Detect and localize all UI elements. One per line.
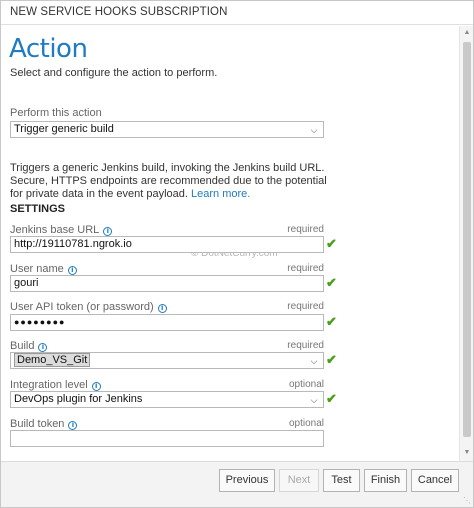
dialog-titlebar: NEW SERVICE HOOKS SUBSCRIPTION (1, 1, 473, 25)
jenkins-url-required: required (287, 224, 324, 235)
build-token-label-text: Build token (10, 418, 65, 430)
checkmark-icon: ✔ (326, 275, 337, 290)
build-select[interactable]: Demo_VS_Git ⌵ (10, 352, 324, 369)
build-token-optional: optional (288, 418, 324, 429)
build-label: Build i (10, 340, 48, 352)
info-icon[interactable]: i (157, 304, 167, 313)
chevron-down-icon: ⌵ (310, 125, 318, 135)
page-subtitle: Select and configure the action to perfo… (10, 67, 218, 79)
integration-label: Integration level i (10, 379, 101, 391)
jenkins-url-label-text: Jenkins base URL (10, 224, 100, 236)
checkmark-icon: ✔ (326, 236, 337, 251)
settings-heading: SETTINGS (10, 203, 66, 215)
dialog-content: Action Select and configure the action t… (1, 26, 459, 461)
finish-button[interactable]: Finish (364, 469, 407, 492)
checkmark-icon: ✔ (326, 352, 337, 367)
api-token-label: User API token (or password) i (10, 301, 167, 313)
action-description-text: Triggers a generic Jenkins build, invoki… (10, 162, 327, 200)
action-select[interactable]: Trigger generic build ⌵ (10, 121, 324, 138)
page-title: Action (9, 34, 88, 64)
chevron-down-icon: ⌵ (310, 395, 318, 405)
integration-select-value: DevOps plugin for Jenkins (14, 393, 143, 405)
service-hooks-dialog: NEW SERVICE HOOKS SUBSCRIPTION Action Se… (0, 0, 474, 508)
username-input[interactable]: gouri (10, 275, 324, 292)
info-icon[interactable]: i (68, 421, 78, 430)
scroll-down-icon[interactable]: ▼ (462, 448, 472, 458)
username-label: User name i (10, 263, 77, 275)
checkmark-icon: ✔ (326, 391, 337, 406)
build-token-label: Build token i (10, 418, 78, 430)
info-icon[interactable]: i (91, 382, 101, 391)
build-select-value: Demo_VS_Git (14, 353, 91, 367)
action-description: Triggers a generic Jenkins build, invoki… (10, 162, 335, 201)
dialog-footer: Previous Next Test Finish Cancel ⋱ (1, 461, 473, 507)
info-icon[interactable]: i (103, 227, 113, 236)
resize-grip-icon[interactable]: ⋱ (463, 496, 471, 505)
build-required: required (287, 340, 324, 351)
action-label: Perform this action (10, 107, 102, 119)
api-token-input[interactable]: ●●●●●●●● (10, 314, 324, 331)
dialog-title: NEW SERVICE HOOKS SUBSCRIPTION (10, 6, 228, 18)
build-label-text: Build (10, 340, 35, 352)
action-select-value: Trigger generic build (14, 123, 114, 135)
username-label-text: User name (10, 263, 64, 275)
vertical-scrollbar[interactable]: ▲ ▼ (459, 26, 473, 461)
username-required: required (287, 263, 324, 274)
api-token-required: required (287, 301, 324, 312)
learn-more-link[interactable]: Learn more. (191, 188, 250, 200)
build-token-input[interactable] (10, 430, 324, 447)
integration-optional: optional (288, 379, 324, 390)
checkmark-icon: ✔ (326, 314, 337, 329)
previous-button[interactable]: Previous (219, 469, 275, 492)
info-icon[interactable]: i (67, 266, 77, 275)
info-icon[interactable]: i (38, 343, 48, 352)
api-token-label-text: User API token (or password) (10, 301, 154, 313)
scroll-up-icon[interactable]: ▲ (462, 28, 472, 38)
chevron-down-icon: ⌵ (310, 356, 318, 366)
cancel-button[interactable]: Cancel (411, 469, 459, 492)
jenkins-url-input[interactable]: http://19110781.ngrok.io (10, 236, 324, 253)
integration-label-text: Integration level (10, 379, 88, 391)
test-button[interactable]: Test (323, 469, 360, 492)
integration-select[interactable]: DevOps plugin for Jenkins ⌵ (10, 391, 324, 408)
scroll-thumb[interactable] (463, 42, 471, 437)
next-button: Next (279, 469, 319, 492)
jenkins-url-label: Jenkins base URL i (10, 224, 113, 236)
